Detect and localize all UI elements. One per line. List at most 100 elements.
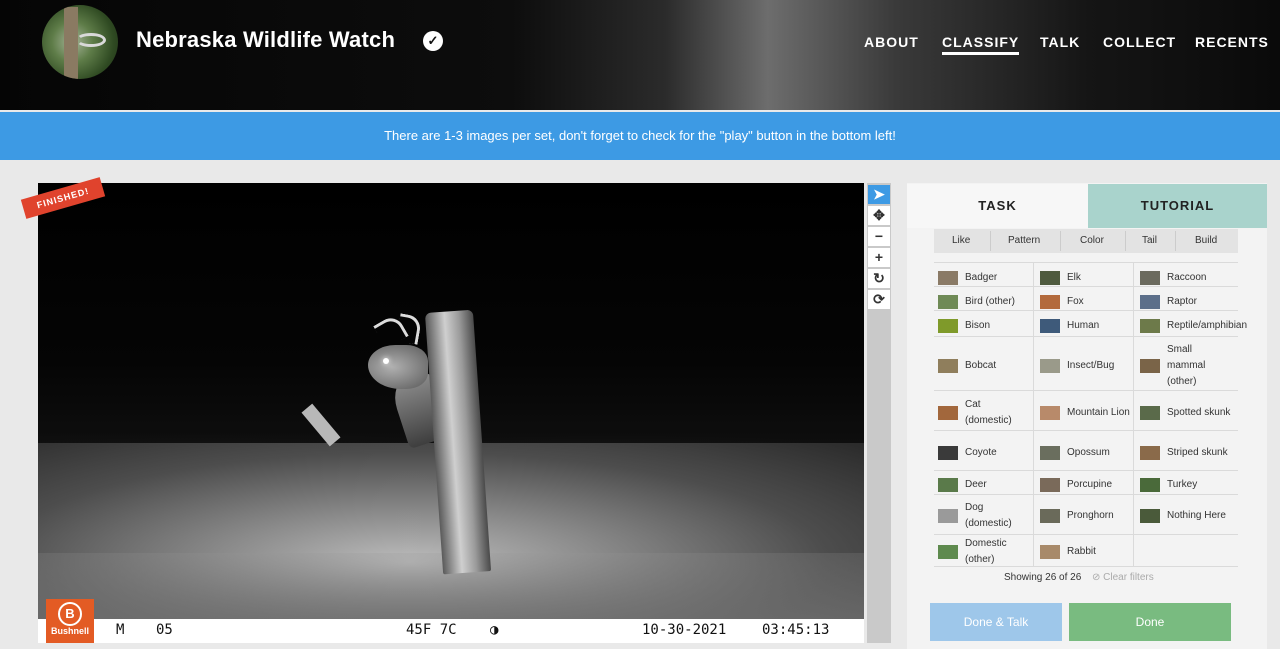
filter-divider bbox=[1175, 231, 1176, 251]
species-label: Dog (domestic) bbox=[965, 502, 1012, 529]
filter-pattern[interactable]: Pattern bbox=[1008, 235, 1040, 246]
species-thumbnail bbox=[938, 271, 958, 285]
site-header: Nebraska Wildlife Watch ✓ ABOUT CLASSIFY… bbox=[0, 0, 1280, 110]
species-choice[interactable]: Deer bbox=[938, 473, 1030, 497]
nav-collect[interactable]: COLLECT bbox=[1103, 34, 1176, 50]
reset-icon[interactable]: ⟳ bbox=[868, 290, 890, 309]
move-tool-icon[interactable]: ✥ bbox=[868, 206, 890, 225]
species-thumbnail bbox=[1140, 319, 1160, 333]
species-choice[interactable]: Bison bbox=[938, 314, 1030, 338]
choice-column-divider bbox=[1133, 262, 1134, 566]
species-label: Pronghorn bbox=[1067, 510, 1114, 521]
temperature: 45F 7C bbox=[406, 622, 457, 638]
deer-eye-glow bbox=[383, 358, 389, 364]
species-label: Coyote bbox=[965, 447, 997, 458]
species-thumbnail bbox=[1140, 509, 1160, 523]
species-thumbnail bbox=[1040, 446, 1060, 460]
species-choice[interactable]: Raptor bbox=[1140, 290, 1264, 314]
species-thumbnail bbox=[1040, 271, 1060, 285]
species-choice[interactable]: Coyote bbox=[938, 434, 1030, 472]
species-thumbnail bbox=[1040, 478, 1060, 492]
zoom-in-icon[interactable]: + bbox=[868, 248, 890, 267]
avatar-wire-image bbox=[76, 33, 106, 47]
zoom-out-icon[interactable]: − bbox=[868, 227, 890, 246]
species-label: Bobcat bbox=[965, 360, 997, 371]
nav-recents[interactable]: RECENTS bbox=[1195, 34, 1269, 50]
species-choice[interactable]: Reptile/amphibian bbox=[1140, 314, 1264, 338]
tab-tutorial[interactable]: TUTORIAL bbox=[1088, 184, 1267, 228]
nav-about[interactable]: ABOUT bbox=[864, 34, 919, 50]
project-title[interactable]: Nebraska Wildlife Watch bbox=[136, 27, 395, 53]
species-thumbnail bbox=[1040, 295, 1060, 309]
done-button[interactable]: Done bbox=[1069, 603, 1231, 641]
species-choice[interactable]: Nothing Here bbox=[1140, 497, 1264, 535]
clear-filters-link[interactable]: ⊘ Clear filters bbox=[1092, 572, 1154, 583]
species-choice[interactable]: Small mammal (other) bbox=[1140, 340, 1264, 392]
species-label: Badger bbox=[965, 272, 998, 283]
species-thumbnail bbox=[1140, 406, 1160, 420]
species-thumbnail bbox=[938, 446, 958, 460]
species-label: Fox bbox=[1067, 296, 1084, 307]
filter-like[interactable]: Like bbox=[952, 235, 970, 246]
bushnell-mark-icon: B bbox=[58, 602, 82, 626]
species-label: Turkey bbox=[1167, 479, 1198, 490]
species-choice[interactable]: Cat (domestic) bbox=[938, 394, 1030, 432]
species-thumbnail bbox=[1040, 509, 1060, 523]
filter-divider bbox=[1125, 231, 1126, 251]
filter-color[interactable]: Color bbox=[1080, 235, 1104, 246]
species-label: Small mammal (other) bbox=[1167, 344, 1206, 387]
species-choice[interactable]: Human bbox=[1040, 314, 1132, 338]
choice-column-divider bbox=[1033, 262, 1034, 566]
species-choice[interactable]: Spotted skunk bbox=[1140, 394, 1264, 432]
species-choice[interactable]: Raccoon bbox=[1140, 266, 1264, 290]
capture-time: 03:45:13 bbox=[762, 622, 830, 638]
species-label: Reptile/amphibian bbox=[1167, 320, 1248, 331]
done-and-talk-button[interactable]: Done & Talk bbox=[930, 603, 1062, 641]
species-choice[interactable]: Mountain Lion bbox=[1040, 394, 1132, 432]
species-choice[interactable]: Elk bbox=[1040, 266, 1132, 290]
species-label: Rabbit bbox=[1067, 546, 1096, 557]
pointer-tool-icon[interactable]: ➤ bbox=[868, 185, 890, 204]
species-choice[interactable]: Turkey bbox=[1140, 473, 1264, 497]
species-choice[interactable]: Insect/Bug bbox=[1040, 340, 1132, 392]
moon-phase-icon: ◑ bbox=[490, 622, 499, 638]
species-choice[interactable]: Dog (domestic) bbox=[938, 497, 1030, 535]
species-label: Nothing Here bbox=[1167, 510, 1226, 521]
species-choice[interactable]: Bobcat bbox=[938, 340, 1030, 392]
camera-number: 05 bbox=[156, 622, 173, 638]
subject-image[interactable] bbox=[38, 183, 864, 643]
filter-divider bbox=[1060, 231, 1061, 251]
species-label: Domestic (other) bbox=[965, 538, 1007, 565]
species-choice[interactable]: Badger bbox=[938, 266, 1030, 290]
species-thumbnail bbox=[938, 478, 958, 492]
species-thumbnail bbox=[1040, 319, 1060, 333]
species-thumbnail bbox=[1140, 446, 1160, 460]
species-label: Human bbox=[1067, 320, 1100, 331]
species-thumbnail bbox=[1140, 478, 1160, 492]
rotate-icon[interactable]: ↻ bbox=[868, 269, 890, 288]
species-thumbnail bbox=[1040, 359, 1060, 373]
species-label: Porcupine bbox=[1067, 479, 1113, 490]
species-choice[interactable]: Domestic (other) bbox=[938, 537, 1030, 567]
species-choice[interactable]: Fox bbox=[1040, 290, 1132, 314]
species-thumbnail bbox=[938, 295, 958, 309]
project-avatar[interactable] bbox=[42, 5, 118, 79]
tab-task[interactable]: TASK bbox=[907, 184, 1088, 228]
species-choice[interactable]: Striped skunk bbox=[1140, 434, 1264, 472]
filter-tail[interactable]: Tail bbox=[1142, 235, 1157, 246]
species-choice[interactable]: Bird (other) bbox=[938, 290, 1030, 314]
species-choice[interactable]: Opossum bbox=[1040, 434, 1132, 472]
species-label: Bison bbox=[965, 320, 991, 331]
nav-classify[interactable]: CLASSIFY bbox=[942, 34, 1020, 55]
species-thumbnail bbox=[1140, 271, 1160, 285]
species-thumbnail bbox=[938, 406, 958, 420]
species-thumbnail bbox=[938, 545, 958, 559]
species-label: Raccoon bbox=[1167, 272, 1207, 283]
species-thumbnail bbox=[938, 319, 958, 333]
showing-count: Showing 26 of 26 bbox=[1004, 572, 1082, 583]
species-choice[interactable]: Rabbit bbox=[1040, 537, 1132, 567]
species-choice[interactable]: Pronghorn bbox=[1040, 497, 1132, 535]
species-choice[interactable]: Porcupine bbox=[1040, 473, 1132, 497]
nav-talk[interactable]: TALK bbox=[1040, 34, 1080, 50]
filter-build[interactable]: Build bbox=[1195, 235, 1217, 246]
